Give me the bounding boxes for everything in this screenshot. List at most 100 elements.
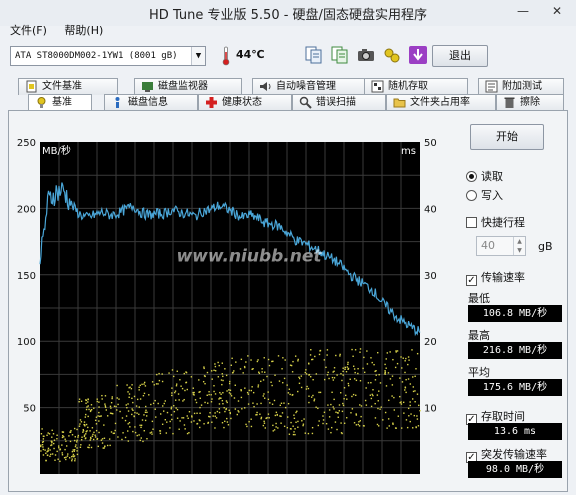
copy-info-icon[interactable] <box>304 45 324 65</box>
menu-help[interactable]: 帮助(H) <box>64 24 103 38</box>
access-time-point <box>357 367 359 370</box>
tab-extra-tests[interactable]: 附加测试 <box>478 78 564 95</box>
access-time-point <box>410 413 412 415</box>
access-time-point <box>89 436 92 439</box>
tab-health[interactable]: 健康状态 <box>198 94 292 111</box>
benchmark-icon <box>37 96 46 108</box>
access-time-point <box>310 349 312 351</box>
access-time-point <box>104 406 107 408</box>
access-time-point <box>136 398 139 401</box>
access-time-point <box>388 399 390 402</box>
access-time-point <box>312 378 314 381</box>
access-time-point <box>238 411 240 413</box>
access-time-point <box>407 356 410 358</box>
access-time-point <box>309 375 312 378</box>
transfer-rate-checkbox[interactable]: ✓ 传输速率 <box>466 269 525 286</box>
access-time-point <box>143 383 145 385</box>
drive-select[interactable]: ATA ST8000DM002-1YW1 (8001 gB) ▼ <box>10 46 206 66</box>
access-time-point <box>221 383 223 386</box>
access-time-point <box>294 355 297 357</box>
access-time-point <box>121 438 123 441</box>
access-time-point <box>154 399 156 402</box>
tab-disk-monitor[interactable]: 磁盘监视器 <box>134 78 242 95</box>
menu-file[interactable]: 文件(F) <box>10 24 47 38</box>
access-time-point <box>72 449 74 451</box>
min-label: 最低 <box>468 292 490 305</box>
access-time-point <box>354 349 357 351</box>
access-time-point <box>347 363 349 366</box>
access-time-point <box>179 379 181 381</box>
access-time-point <box>340 392 342 394</box>
burst-rate-label: 突发传输速率 <box>481 448 547 461</box>
access-time-point <box>335 411 337 413</box>
access-time-point <box>173 410 176 413</box>
access-time-point <box>337 416 339 418</box>
access-time-point <box>51 453 54 455</box>
access-time-point <box>263 397 266 399</box>
write-label: 写入 <box>481 189 503 202</box>
tab-folder-usage[interactable]: 文件夹占用率 <box>386 94 496 111</box>
access-time-point <box>110 401 113 404</box>
camera-icon[interactable] <box>356 45 376 65</box>
access-time-point <box>45 459 47 462</box>
tab-random-access[interactable]: 随机存取 <box>364 78 468 95</box>
access-time-point <box>103 437 106 439</box>
access-time-point <box>333 377 336 379</box>
benchmark-chart: 250 200 150 100 50 50 40 30 20 10 MB/秒 ms www.niubb.… <box>10 124 450 492</box>
read-radio[interactable]: 读取 <box>466 168 503 184</box>
tab-noise-management[interactable]: 自动噪音管理 <box>252 78 372 95</box>
write-radio[interactable]: 写入 <box>466 187 503 203</box>
access-time-point <box>59 449 61 451</box>
access-time-point <box>117 403 119 406</box>
access-time-point <box>76 447 78 449</box>
access-time-point <box>225 408 227 411</box>
access-time-point <box>271 403 274 405</box>
access-time-point <box>365 387 367 389</box>
access-time-point <box>101 442 104 444</box>
chevron-down-icon[interactable]: ▼ <box>191 47 205 65</box>
quick-run-size-input[interactable]: 40 ▲ ▼ <box>476 236 526 256</box>
access-time-point <box>161 423 164 425</box>
quick-run-checkbox[interactable]: 快捷行程 <box>466 214 525 230</box>
close-button[interactable]: ✕ <box>548 3 566 19</box>
access-time-point <box>318 391 320 394</box>
minimize-button[interactable]: — <box>514 3 532 19</box>
stepper-icon[interactable]: ▲ ▼ <box>513 237 525 255</box>
disk-monitor-icon <box>142 81 153 92</box>
access-time-point <box>74 439 76 442</box>
copy-text-icon[interactable] <box>330 45 350 65</box>
tab-error-scan[interactable]: 错误扫描 <box>292 94 386 111</box>
access-time-point <box>218 411 221 414</box>
tab-file-benchmark[interactable]: 文件基准 <box>18 78 118 95</box>
access-time-point <box>45 452 47 454</box>
access-time-point <box>292 433 295 436</box>
access-time-point <box>391 395 393 397</box>
access-time-point <box>214 370 217 372</box>
access-time-point <box>80 444 82 446</box>
access-time-point <box>154 408 156 410</box>
access-time-point <box>243 365 246 368</box>
tab-erase[interactable]: 擦除 <box>496 94 564 111</box>
access-time-point <box>71 450 74 453</box>
y-left-tick-label: 150 <box>17 271 36 282</box>
settings-icon[interactable] <box>382 45 402 65</box>
access-time-point <box>136 412 138 414</box>
access-time-point <box>274 374 276 376</box>
access-time-point <box>240 389 242 392</box>
access-time-point <box>72 453 75 456</box>
checkbox-box <box>466 217 477 228</box>
access-time-point <box>203 367 205 370</box>
access-time-point <box>333 367 336 369</box>
download-icon[interactable] <box>408 45 428 65</box>
random-access-icon <box>371 80 384 92</box>
access-time-point <box>357 372 359 375</box>
access-time-point <box>289 393 291 396</box>
access-time-point <box>91 435 94 437</box>
tab-disk-info[interactable]: 磁盘信息 <box>104 94 198 111</box>
start-button[interactable]: 开始 <box>470 124 544 150</box>
access-time-point <box>327 428 330 430</box>
access-time-point <box>57 445 60 447</box>
exit-button[interactable]: 退出 <box>432 45 488 67</box>
access-time-point <box>302 424 304 427</box>
access-time-point <box>171 392 173 394</box>
